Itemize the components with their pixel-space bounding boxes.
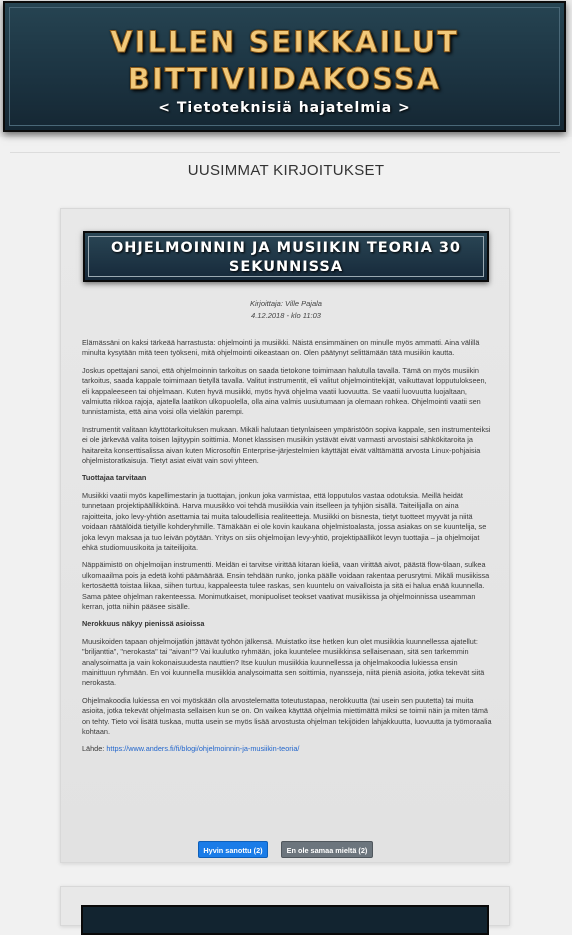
next-post-title-box[interactable] — [81, 905, 489, 935]
source-link[interactable]: https://www.anders.fi/fi/blogi/ohjelmoin… — [106, 744, 299, 753]
site-subtitle: < Tietoteknisiä hajatelmia > — [158, 100, 411, 116]
post-title[interactable]: OHJELMOINNIN JA MUSIIKIN TEORIA 30 SEKUN… — [93, 239, 479, 277]
post-paragraph: Näppäimistö on ohjelmoijan instrumentti.… — [82, 560, 490, 611]
blog-post-card: OHJELMOINNIN JA MUSIIKIN TEORIA 30 SEKUN… — [60, 208, 510, 863]
post-subheading: Nerokkuus näkyy pienissä asioissa — [82, 619, 205, 629]
site-title-line-1: VILLEN SEIKKAILUT — [110, 25, 459, 60]
dislike-button[interactable]: En ole samaa mieltä (2) — [281, 841, 373, 858]
post-paragraph: Instrumentit valitaan käyttötarkoituksen… — [82, 424, 491, 466]
post-paragraph: Muusikoiden tapaan ohjelmoijatkin jättäv… — [82, 636, 485, 688]
post-author: Kirjoittaja: Ville Pajala — [250, 299, 322, 308]
banner-frame[interactable]: VILLEN SEIKKAILUT BITTIVIIDAKOSSA < Tiet… — [3, 1, 566, 132]
like-button[interactable]: Hyvin sanottu (2) — [198, 841, 268, 858]
site-banner: VILLEN SEIKKAILUT BITTIVIIDAKOSSA < Tiet… — [0, 0, 572, 137]
post-subheading: Tuottajaa tarvitaan — [82, 473, 147, 483]
next-post-card — [60, 886, 510, 935]
source-label: Lähde: — [82, 744, 107, 754]
header-divider — [10, 152, 560, 153]
post-date: 4.12.2018 - klo 11:03 — [251, 311, 321, 320]
post-paragraph: Elämässäni on kaksi tärkeää harrastusta:… — [82, 338, 480, 358]
post-source: Lähde: https://www.anders.fi/fi/blogi/oh… — [82, 744, 492, 754]
post-title-box[interactable]: OHJELMOINNIN JA MUSIIKIN TEORIA 30 SEKUN… — [83, 231, 489, 282]
post-paragraph: Musiikki vaatii myös kapellimestarin ja … — [82, 490, 487, 552]
post-body: Elämässäni on kaksi tärkeää harrastusta:… — [82, 338, 492, 762]
post-paragraph: Ohjelmakoodia lukiessa en voi myöskään o… — [82, 695, 492, 736]
site-title-line-2: BITTIVIIDAKOSSA — [127, 62, 442, 97]
post-paragraph: Joskus opettajani sanoi, että ohjelmoinn… — [82, 365, 487, 417]
section-heading: UUSIMMAT KIRJOITUKSET — [187, 162, 385, 179]
